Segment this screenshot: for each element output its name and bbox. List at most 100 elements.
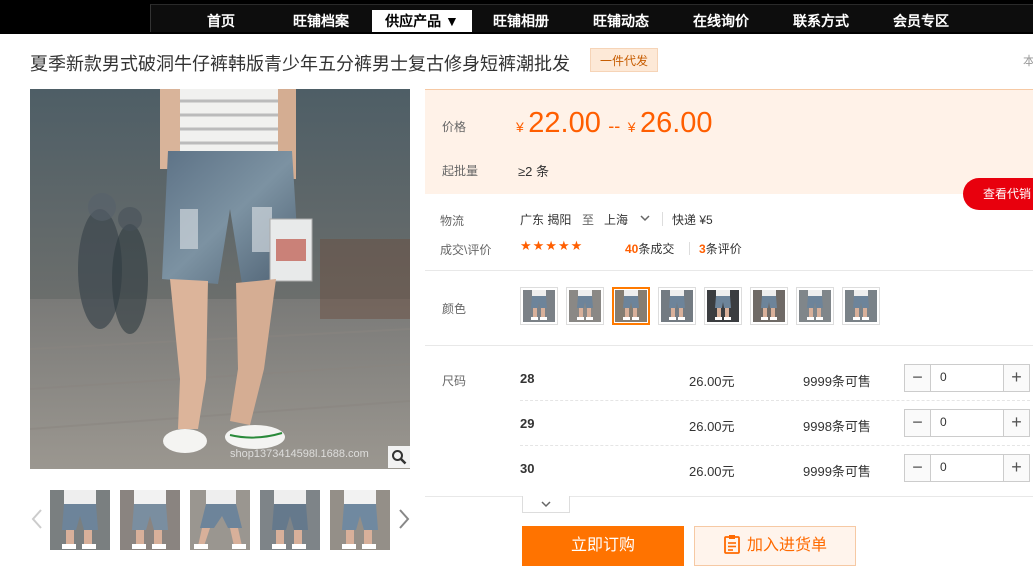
color-swatch-8[interactable] — [842, 287, 880, 325]
size-label: 尺码 — [442, 374, 467, 388]
chevron-down-icon[interactable] — [640, 214, 650, 222]
image-watermark: shop1373414598l.1688.com — [230, 448, 369, 460]
nav-home[interactable]: 首页 — [191, 9, 251, 33]
price-low: 22.00 — [528, 107, 601, 139]
swatch-image — [799, 290, 831, 322]
truncated-edge-text: 本 — [1023, 54, 1033, 68]
logistics-label: 物流 — [440, 214, 465, 228]
view-dropship-button[interactable]: 查看代销 — [963, 178, 1033, 210]
price-label: 价格 — [442, 120, 467, 134]
add-to-cart-button[interactable]: 加入进货单 — [694, 526, 856, 566]
minus-icon[interactable]: − — [905, 455, 931, 481]
ship-from: 广东 揭阳 — [520, 213, 572, 227]
color-swatch-7[interactable] — [796, 287, 834, 325]
size-value: 29 — [520, 416, 535, 431]
chevron-left-icon — [31, 509, 42, 529]
add-to-cart-label: 加入进货单 — [746, 537, 827, 554]
price-range: ¥ 22.00 -- ¥ 26.00 — [516, 107, 713, 140]
quantity-stepper: − 0 + — [904, 454, 1030, 482]
plus-icon[interactable]: + — [1003, 455, 1029, 481]
section-divider — [425, 345, 1033, 346]
thumbnail-3[interactable] — [190, 490, 250, 550]
deal-count-number: 40 — [625, 242, 639, 256]
nav-online-inquiry[interactable]: 在线询价 — [683, 9, 759, 33]
price-high: 26.00 — [639, 107, 713, 139]
nav-member-zone[interactable]: 会员专区 — [883, 9, 959, 33]
thumbnail-4[interactable] — [260, 490, 320, 550]
deal-count[interactable]: 40条成交 — [625, 240, 674, 257]
order-now-button[interactable]: 立即订购 — [522, 526, 684, 566]
quantity-input[interactable]: 0 — [940, 460, 947, 474]
zoom-button[interactable] — [388, 446, 410, 468]
thumbnail-5[interactable] — [330, 490, 390, 550]
thumbnail-image — [260, 490, 320, 550]
thumbnail-image — [50, 490, 110, 550]
thumbnail-image — [190, 490, 250, 550]
dropship-badge[interactable]: 一件代发 — [590, 48, 658, 72]
ship-to-select[interactable]: 上海 — [604, 211, 628, 228]
price-panel — [425, 89, 1033, 194]
ship-to-word: 至 — [582, 213, 595, 227]
divider — [662, 212, 663, 226]
color-swatch-6[interactable] — [750, 287, 788, 325]
section-divider — [425, 496, 1033, 497]
section-divider — [425, 270, 1033, 271]
color-swatch-5[interactable] — [704, 287, 742, 325]
plus-icon[interactable]: + — [1003, 410, 1029, 436]
currency-symbol: ¥ — [516, 119, 524, 135]
main-product-image[interactable]: shop1373414598l.1688.com — [30, 89, 410, 469]
nav-shop-profile[interactable]: 旺铺档案 — [283, 9, 359, 33]
row-divider — [520, 400, 1030, 401]
chevron-down-icon — [541, 500, 551, 507]
minus-icon[interactable]: − — [905, 365, 931, 391]
thumb-next-arrow[interactable] — [397, 508, 411, 530]
swatch-image — [845, 290, 877, 322]
review-count[interactable]: 3条评价 — [699, 240, 742, 257]
thumbnail-2[interactable] — [120, 490, 180, 550]
magnifier-icon — [392, 450, 407, 465]
minus-icon[interactable]: − — [905, 410, 931, 436]
moq-label: 起批量 — [442, 164, 479, 178]
color-label: 颜色 — [442, 302, 467, 316]
divider — [689, 242, 690, 255]
thumbnail-image — [330, 490, 390, 550]
quantity-stepper: − 0 + — [904, 409, 1030, 437]
thumb-prev-arrow[interactable] — [30, 508, 44, 530]
rating-stars: ★★★★★ — [520, 238, 584, 253]
nav-shop-album[interactable]: 旺铺相册 — [483, 9, 559, 33]
color-swatch-3[interactable] — [612, 287, 650, 325]
review-count-suffix: 条评价 — [705, 242, 742, 256]
color-swatch-1[interactable] — [520, 287, 558, 325]
nav-menu: 首页 旺铺档案 供应产品 ▼ 旺铺相册 旺铺动态 在线询价 联系方式 会员专区 — [150, 4, 1033, 32]
swatch-image — [615, 290, 647, 322]
expand-sizes-tab[interactable] — [522, 496, 570, 513]
deal-count-suffix: 条成交 — [638, 242, 675, 256]
nav-shop-news[interactable]: 旺铺动态 — [583, 9, 659, 33]
swatch-image — [661, 290, 693, 322]
thumbnail-1[interactable] — [50, 490, 110, 550]
quantity-input[interactable]: 0 — [940, 415, 947, 429]
row-divider — [520, 445, 1030, 446]
nav-contact[interactable]: 联系方式 — [783, 9, 859, 33]
size-price: 26.00元 — [689, 374, 735, 389]
size-stock: 9999条可售 — [803, 374, 871, 389]
color-swatch-4[interactable] — [658, 287, 696, 325]
clipboard-icon — [724, 535, 740, 555]
quantity-input[interactable]: 0 — [940, 370, 947, 384]
swatch-image — [523, 290, 555, 322]
product-photo: shop1373414598l.1688.com — [30, 89, 410, 469]
price-separator: -- — [608, 116, 621, 136]
size-value: 28 — [520, 371, 535, 386]
plus-icon[interactable]: + — [1003, 365, 1029, 391]
top-nav-bar: 首页 旺铺档案 供应产品 ▼ 旺铺相册 旺铺动态 在线询价 联系方式 会员专区 — [0, 0, 1033, 34]
nav-supply-products[interactable]: 供应产品 ▼ — [372, 10, 472, 32]
product-title: 夏季新款男式破洞牛仔裤韩版青少年五分裤男士复古修身短裤潮批发 — [30, 54, 570, 74]
quantity-stepper: − 0 + — [904, 364, 1030, 392]
swatch-image — [707, 290, 739, 322]
review-count-number: 3 — [699, 242, 706, 256]
size-price: 26.00元 — [689, 419, 735, 434]
size-stock: 9999条可售 — [803, 464, 871, 479]
moq-value: ≥2 条 — [518, 164, 549, 179]
color-swatch-2[interactable] — [566, 287, 604, 325]
thumbnail-image — [120, 490, 180, 550]
